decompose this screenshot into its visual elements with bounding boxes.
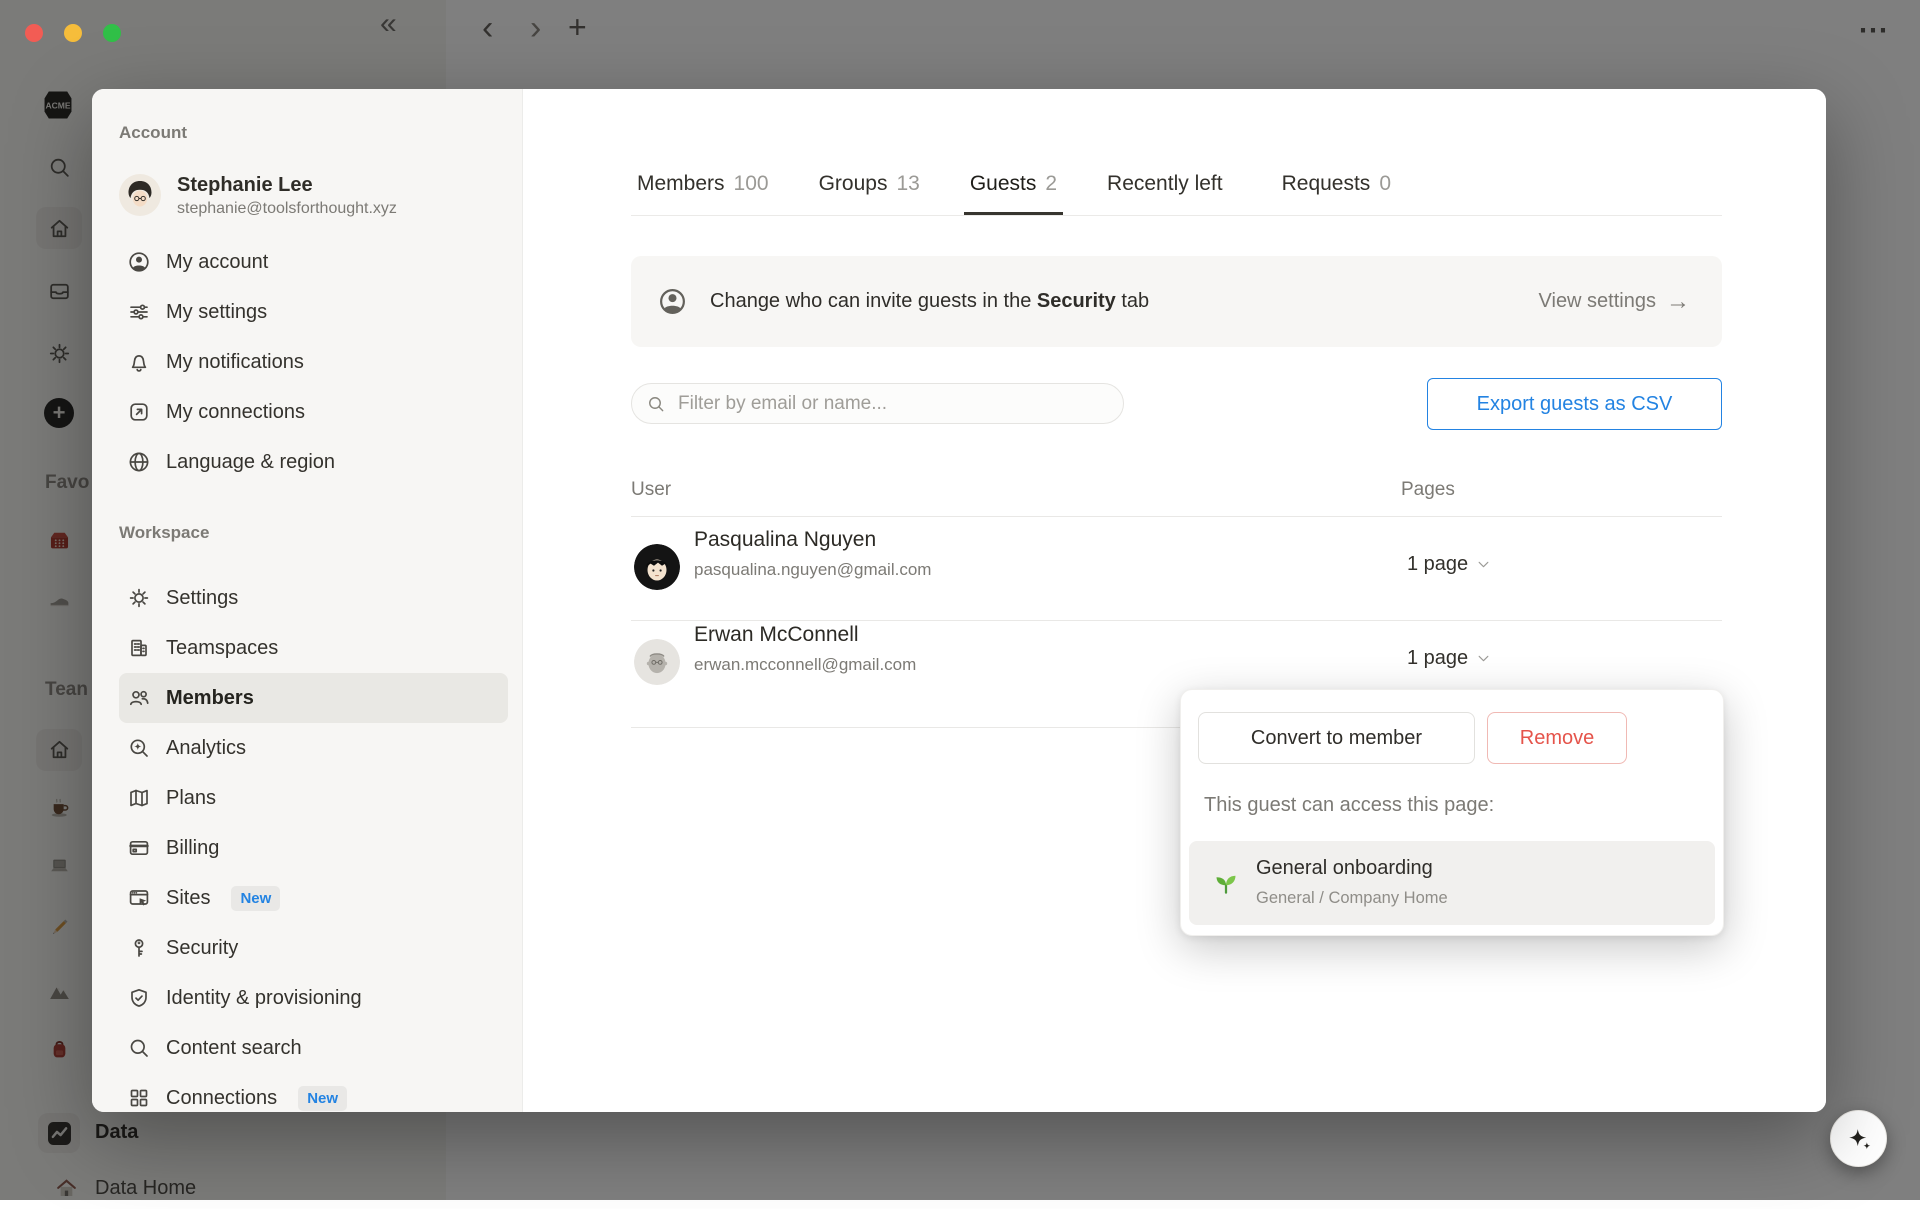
row-divider (631, 620, 1722, 621)
account-menu: My account My settings My notifications … (119, 237, 508, 487)
workspace-section-heading: Workspace (119, 523, 210, 542)
people-icon (127, 686, 151, 710)
browser-cursor-icon (127, 886, 151, 910)
column-header-pages: Pages (1401, 479, 1455, 500)
building-icon (127, 636, 151, 660)
ai-assistant-button[interactable] (1830, 1110, 1887, 1167)
sparkle-icon (1844, 1124, 1874, 1154)
popover-caption: This guest can access this page: (1204, 794, 1495, 816)
chevron-down-icon (1476, 557, 1491, 572)
sidebar-item-language-region[interactable]: Language & region (119, 437, 508, 487)
filter-input[interactable] (676, 391, 1109, 416)
sidebar-item-members[interactable]: Members (119, 673, 508, 723)
avatar (634, 639, 680, 685)
export-guests-csv-button[interactable]: Export guests as CSV (1427, 378, 1722, 430)
column-header-user: User (631, 479, 672, 500)
tab-requests[interactable]: Requests 0 (1276, 171, 1397, 215)
invite-guests-banner: Change who can invite guests in the Secu… (631, 256, 1722, 347)
tab-recently-left[interactable]: Recently left (1101, 171, 1238, 215)
sidebar-item-my-settings[interactable]: My settings (119, 287, 508, 337)
close-window-button[interactable] (25, 24, 43, 42)
zoom-window-button[interactable] (103, 24, 121, 42)
bell-icon (127, 350, 151, 374)
minimize-window-button[interactable] (64, 24, 82, 42)
new-badge: New (298, 1085, 348, 1111)
credit-card-icon (127, 836, 151, 860)
settings-sidebar: Account Stephanie Lee stephanie@toolsfor… (92, 89, 523, 1112)
globe-icon (127, 450, 151, 474)
map-icon (127, 786, 151, 810)
search-icon (646, 394, 666, 414)
magnifier-sparkle-icon (127, 736, 151, 760)
avatar (634, 544, 680, 590)
magnifier-icon (127, 1036, 151, 1060)
avatar (119, 174, 161, 216)
sliders-icon (127, 300, 151, 324)
key-icon (127, 936, 151, 960)
guest-filter (631, 383, 1124, 424)
account-section-heading: Account (119, 123, 187, 142)
account-user-name: Stephanie Lee (177, 173, 313, 196)
chevron-down-icon (1476, 651, 1491, 666)
view-settings-link[interactable]: View settings → (1533, 287, 1696, 317)
settings-modal: Account Stephanie Lee stephanie@toolsfor… (92, 89, 1826, 1112)
sidebar-item-teamspaces[interactable]: Teamspaces (119, 623, 508, 673)
remove-guest-button[interactable]: Remove (1487, 712, 1627, 764)
workspace-menu: Settings Teamspaces Members Analytics Pl… (119, 573, 508, 1112)
grid-icon (127, 1086, 151, 1110)
person-circle-icon (127, 250, 151, 274)
pages-dropdown[interactable]: 1 page (1401, 646, 1497, 671)
arrow-right-icon: → (1666, 287, 1690, 315)
account-user-row[interactable]: Stephanie Lee stephanie@toolsforthought.… (119, 169, 508, 221)
sidebar-item-settings[interactable]: Settings (119, 573, 508, 623)
accessible-page-item[interactable]: General onboarding General / Company Hom… (1189, 841, 1715, 925)
tab-groups[interactable]: Groups 13 (813, 171, 926, 215)
sidebar-item-sites[interactable]: Sites New (119, 873, 508, 923)
account-user-email: stephanie@toolsforthought.xyz (177, 199, 397, 217)
gear-icon (127, 586, 151, 610)
sidebar-item-my-connections[interactable]: My connections (119, 387, 508, 437)
tab-guests[interactable]: Guests 2 (964, 171, 1063, 215)
page-title: General onboarding (1256, 857, 1433, 879)
sidebar-item-billing[interactable]: Billing (119, 823, 508, 873)
sidebar-item-content-search[interactable]: Content search (119, 1023, 508, 1073)
sidebar-item-identity-provisioning[interactable]: Identity & provisioning (119, 973, 508, 1023)
tab-members[interactable]: Members 100 (631, 171, 775, 215)
sidebar-item-my-account[interactable]: My account (119, 237, 508, 287)
new-badge: New (231, 885, 281, 911)
guest-actions-popover: Convert to member Remove This guest can … (1180, 689, 1724, 936)
sidebar-item-security[interactable]: Security (119, 923, 508, 973)
sidebar-item-my-notifications[interactable]: My notifications (119, 337, 508, 387)
person-filled-icon (657, 286, 688, 317)
members-tab-bar: Members 100 Groups 13 Guests 2 Recently lef… (631, 171, 1722, 216)
members-settings-panel: Members 100 Groups 13 Guests 2 Recently lef… (523, 89, 1826, 1112)
convert-to-member-button[interactable]: Convert to member (1198, 712, 1475, 764)
sidebar-item-analytics[interactable]: Analytics (119, 723, 508, 773)
page-breadcrumb: General / Company Home (1256, 889, 1448, 907)
table-divider (631, 516, 1722, 517)
banner-message: Change who can invite guests in the Secu… (710, 290, 1150, 312)
window-controls (25, 24, 121, 42)
pages-dropdown[interactable]: 1 page (1401, 552, 1497, 577)
shield-check-icon (127, 986, 151, 1010)
arrow-up-right-box-icon (127, 400, 151, 424)
sidebar-item-plans[interactable]: Plans (119, 773, 508, 823)
sidebar-item-connections[interactable]: Connections New (119, 1073, 508, 1112)
seedling-icon (1211, 867, 1241, 897)
